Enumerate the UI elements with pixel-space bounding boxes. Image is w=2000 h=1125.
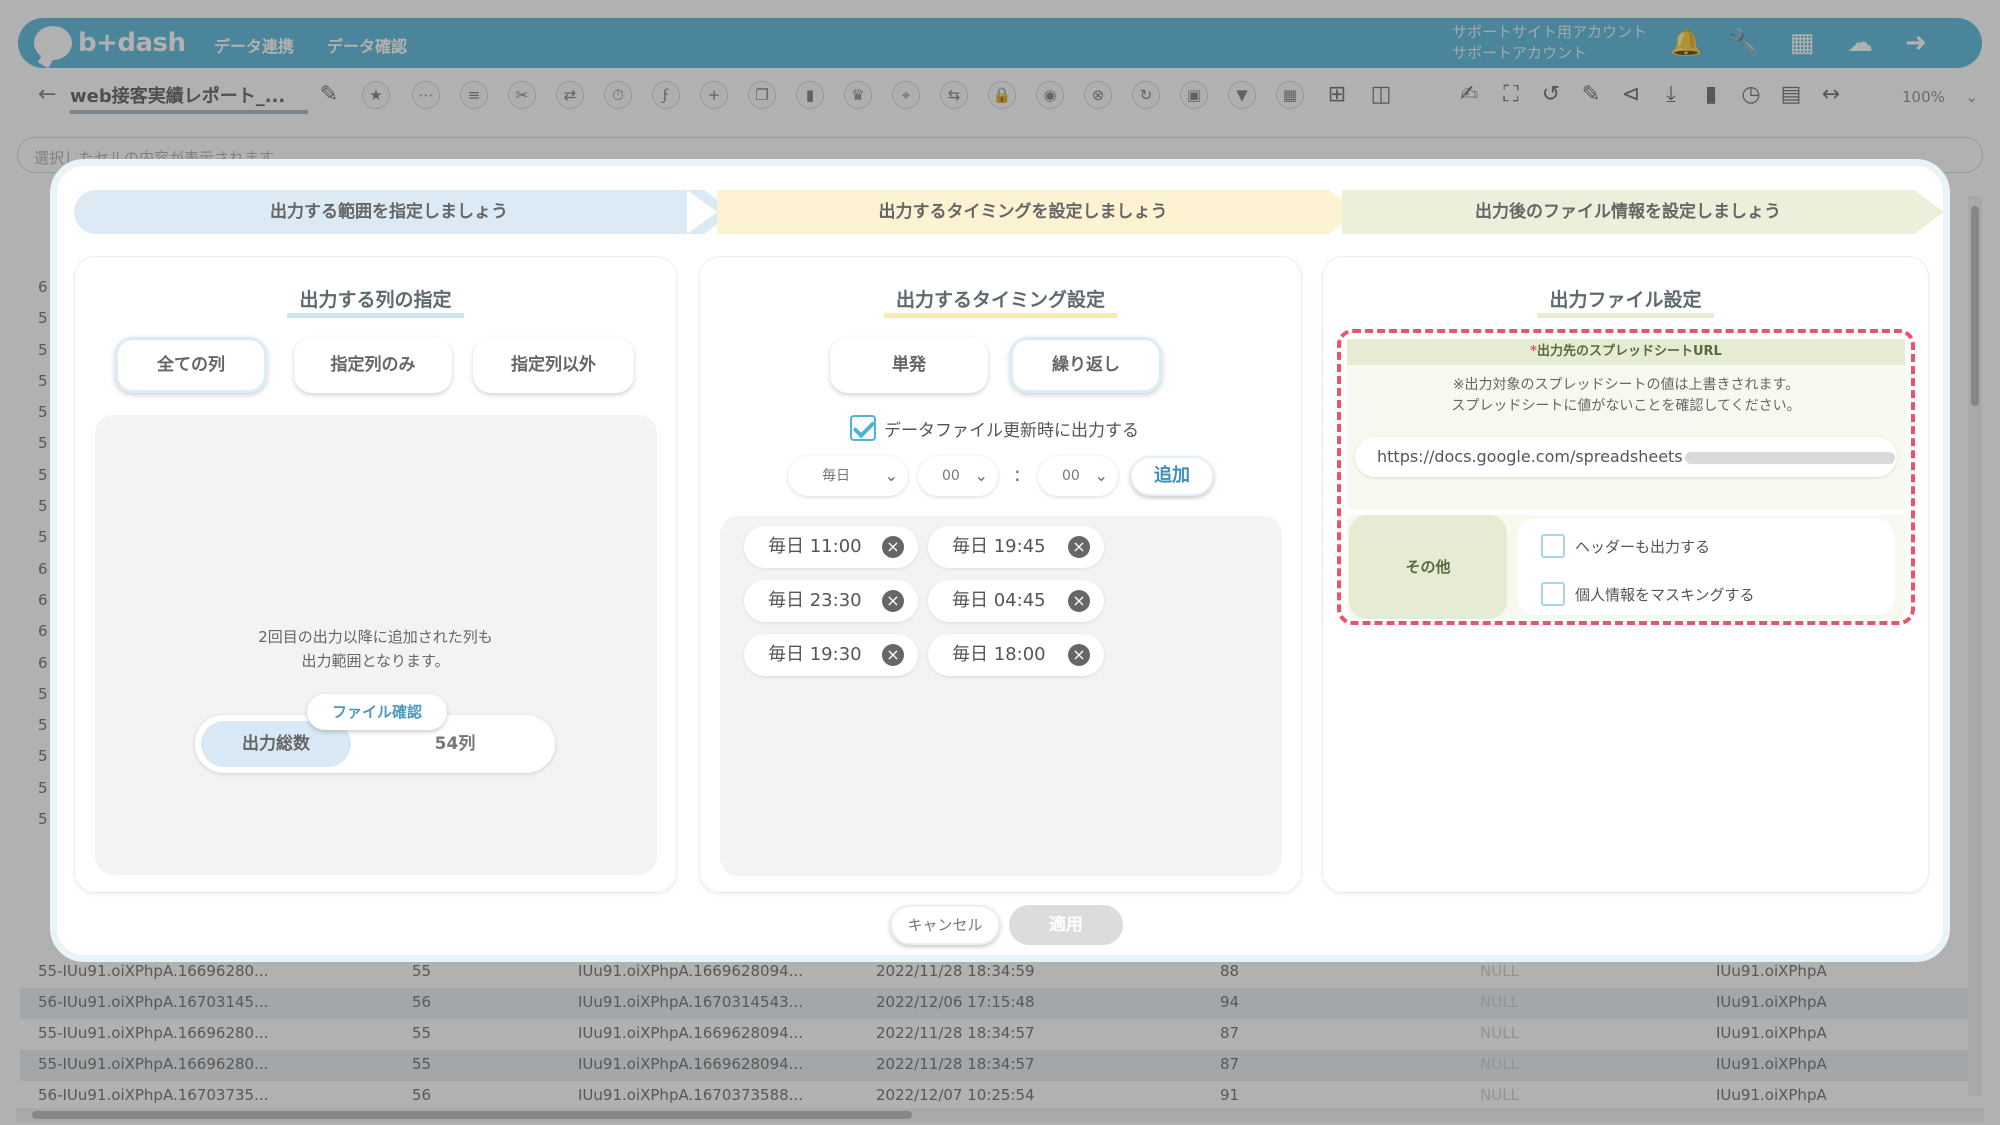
spreadsheet-url-header: *出力先のスプレッドシートURL <box>1347 339 1905 365</box>
hour-select[interactable]: 00 ⌄ <box>918 456 998 496</box>
schedule-chip-label: 毎日 18:00 <box>952 644 1046 665</box>
schedule-chip-label: 毎日 19:45 <box>952 536 1046 557</box>
other-options-row: その他 ヘッダーも出力する 個人情報をマスキングする <box>1347 515 1905 619</box>
cancel-button[interactable]: キャンセル <box>890 905 1000 945</box>
remove-icon[interactable]: × <box>1068 536 1090 558</box>
overwrite-note: ※出力対象のスプレッドシートの値は上書きされます。 スプレッドシートに値がないこ… <box>1347 375 1905 417</box>
columns-panel: 出力する列の指定 全ての列 指定列のみ 指定列以外 出力総数 54列 2回目の出… <box>75 257 676 892</box>
remove-icon[interactable]: × <box>882 644 904 666</box>
minute-select[interactable]: 00 ⌄ <box>1038 456 1118 496</box>
blurred-url-suffix <box>1684 451 1895 464</box>
spreadsheet-url-input[interactable]: https://docs.google.com/spreadsheets <box>1355 437 1897 477</box>
spreadsheet-url-area: ※出力対象のスプレッドシートの値は上書きされます。 スプレッドシートに値がないこ… <box>1347 365 1905 509</box>
file-settings-panel: 出力ファイル設定 *出力先のスプレッドシートURL ※出力対象のスプレッドシート… <box>1323 257 1928 892</box>
mask-pii-label: 個人情報をマスキングする <box>1575 585 1755 604</box>
header-output-label: ヘッダーも出力する <box>1575 537 1711 556</box>
timing-panel-title-text: 出力するタイミング設定 <box>883 289 1117 318</box>
schedule-chip: 毎日 19:30 × <box>744 634 918 676</box>
spreadsheet-url-value: https://docs.google.com/spreadsheets <box>1377 447 1683 466</box>
remove-icon[interactable]: × <box>882 536 904 558</box>
schedule-chip-label: 毎日 11:00 <box>768 536 862 557</box>
remove-icon[interactable]: × <box>882 590 904 612</box>
single-shot-button[interactable]: 単発 <box>830 337 988 393</box>
other-label: その他 <box>1349 515 1507 619</box>
schedule-chip-label: 毎日 04:45 <box>952 590 1046 611</box>
frequency-value: 毎日 <box>822 468 850 484</box>
chevron-down-icon: ⌄ <box>1094 466 1108 485</box>
time-colon: : <box>1014 462 1021 486</box>
update-output-checkbox-row[interactable]: データファイル更新時に出力する <box>850 413 1139 443</box>
header-output-checkbox[interactable] <box>1541 534 1565 558</box>
hour-value: 00 <box>942 468 960 484</box>
step-range: 出力する範囲を指定しましょう <box>74 190 734 234</box>
all-columns-button[interactable]: 全ての列 <box>115 337 267 393</box>
columns-note-line2: 出力範囲となります。 <box>301 652 450 670</box>
file-check-button[interactable]: ファイル確認 <box>307 694 447 730</box>
other-options: ヘッダーも出力する 個人情報をマスキングする <box>1517 519 1895 615</box>
schedule-chip: 毎日 11:00 × <box>744 526 918 568</box>
columns-note-line1: 2回目の出力以降に追加された列も <box>258 628 493 646</box>
timing-panel-title: 出力するタイミング設定 <box>700 285 1301 318</box>
apply-button[interactable]: 適用 <box>1009 905 1123 945</box>
spreadsheet-url-header-text: 出力先のスプレッドシートURL <box>1536 344 1722 359</box>
chevron-down-icon: ⌄ <box>974 466 988 485</box>
schedule-chip: 毎日 04:45 × <box>928 580 1104 622</box>
add-schedule-button[interactable]: 追加 <box>1130 456 1214 496</box>
header-output-option[interactable]: ヘッダーも出力する <box>1541 533 1710 559</box>
schedule-list: 毎日 11:00 × 毎日 19:45 × 毎日 23:30 × 毎日 04:45 × … <box>720 516 1282 876</box>
remove-icon[interactable]: × <box>1068 644 1090 666</box>
minute-value: 00 <box>1062 468 1080 484</box>
remove-icon[interactable]: × <box>1068 590 1090 612</box>
required-mark: * <box>1530 344 1537 359</box>
file-panel-title-text: 出力ファイル設定 <box>1537 289 1714 318</box>
output-settings-modal: 出力する範囲を指定しましょう 出力するタイミングを設定しましょう 出力後のファイ… <box>50 159 1950 962</box>
columns-panel-title: 出力する列の指定 <box>75 285 676 318</box>
columns-panel-title-text: 出力する列の指定 <box>287 289 464 318</box>
overwrite-note-line2: スプレッドシートに値がないことを確認してください。 <box>1451 398 1801 414</box>
timing-panel: 出力するタイミング設定 単発 繰り返し データファイル更新時に出力する 毎日 ⌄… <box>700 257 1301 892</box>
schedule-chip-label: 毎日 23:30 <box>768 590 862 611</box>
overwrite-note-line1: ※出力対象のスプレッドシートの値は上書きされます。 <box>1452 377 1800 393</box>
update-output-label: データファイル更新時に出力する <box>884 420 1139 441</box>
chevron-down-icon: ⌄ <box>884 466 898 485</box>
frequency-select[interactable]: 毎日 ⌄ <box>788 456 908 496</box>
exclude-columns-button[interactable]: 指定列以外 <box>473 337 634 393</box>
schedule-chip: 毎日 23:30 × <box>744 580 918 622</box>
mask-pii-option[interactable]: 個人情報をマスキングする <box>1541 581 1755 607</box>
schedule-chip: 毎日 19:45 × <box>928 526 1104 568</box>
update-output-checkbox[interactable] <box>850 415 876 441</box>
step-timing: 出力するタイミングを設定しましょう <box>717 190 1359 234</box>
specified-columns-button[interactable]: 指定列のみ <box>294 337 452 393</box>
file-panel-title: 出力ファイル設定 <box>1323 285 1928 318</box>
schedule-chip: 毎日 18:00 × <box>928 634 1104 676</box>
highlight-dashed-box: *出力先のスプレッドシートURL ※出力対象のスプレッドシートの値は上書きされま… <box>1337 329 1915 625</box>
schedule-chip-label: 毎日 19:30 <box>768 644 862 665</box>
step-file-info: 出力後のファイル情報を設定しましょう <box>1342 190 1944 234</box>
mask-pii-checkbox[interactable] <box>1541 582 1565 606</box>
repeat-button[interactable]: 繰り返し <box>1010 337 1162 393</box>
